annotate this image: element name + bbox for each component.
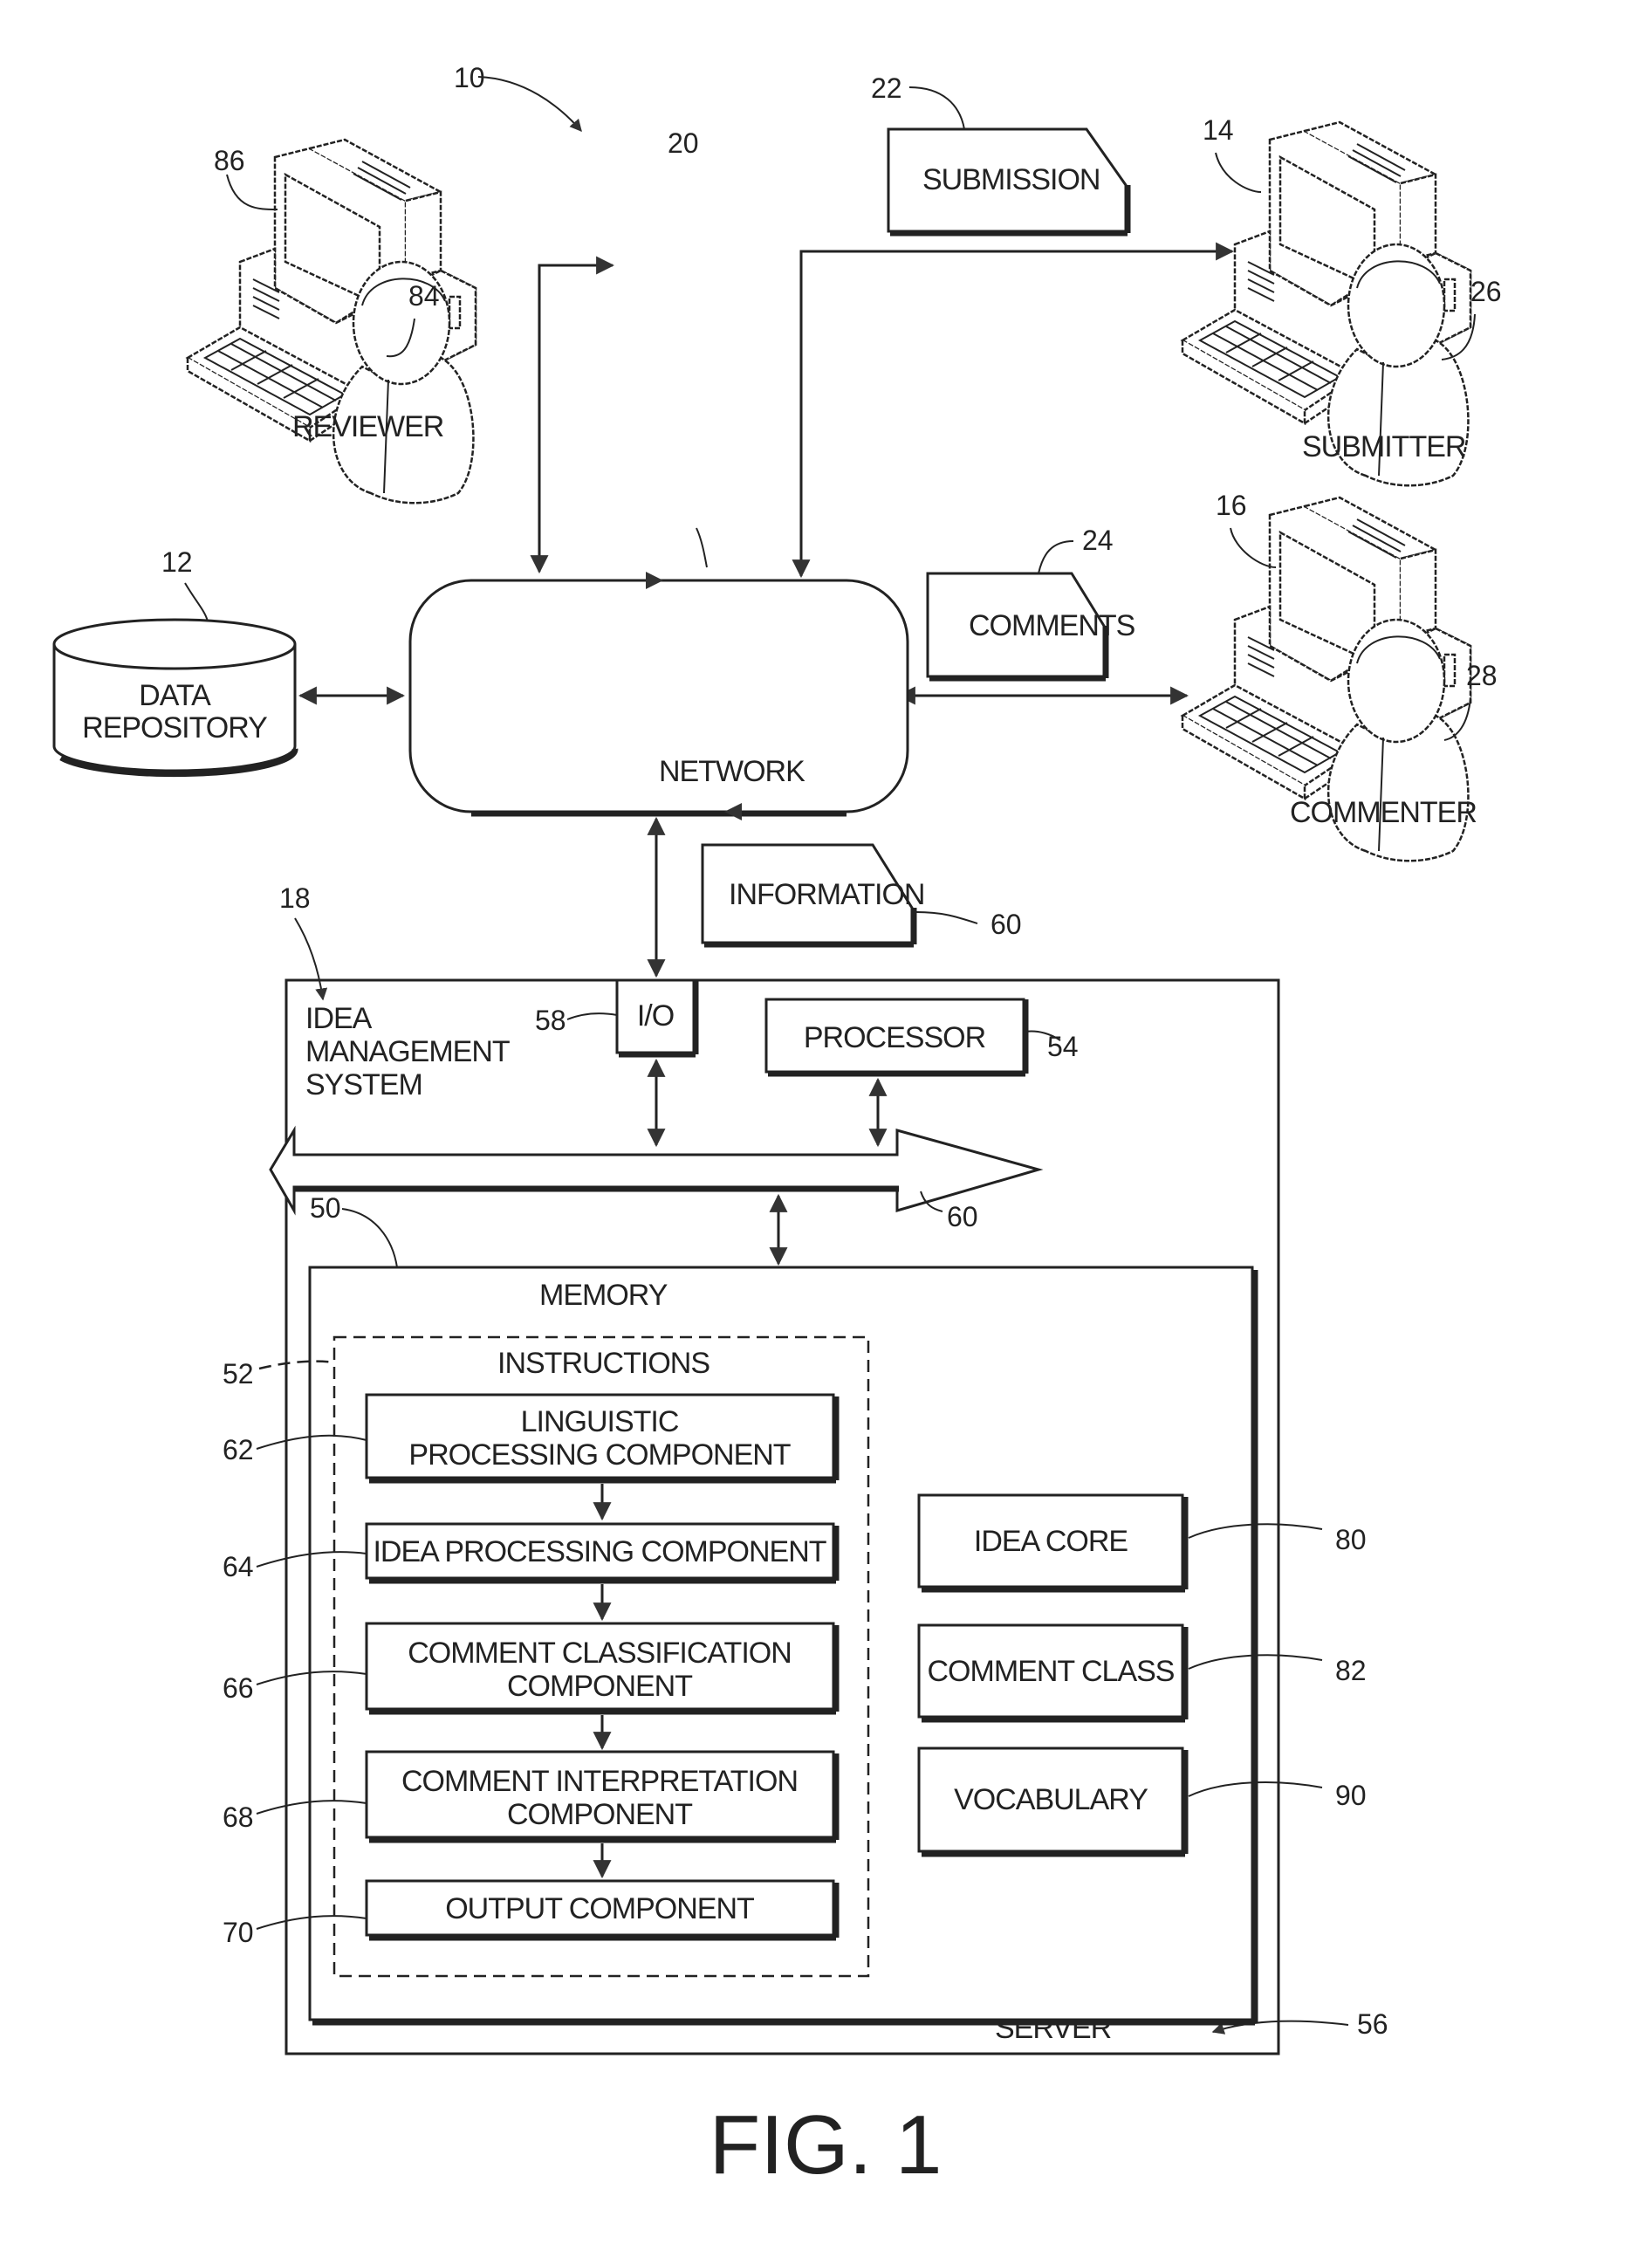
component-output: OUTPUT COMPONENT [365, 1879, 840, 1941]
information-ref: 60 [991, 909, 1022, 940]
data-repository-label-line1: DATA [139, 679, 211, 712]
component-label-line1: LINGUISTIC [521, 1405, 679, 1438]
component-linguistic-processing: LINGUISTIC PROCESSING COMPONENT [365, 1393, 840, 1484]
instructions-ref: 52 [223, 1358, 254, 1390]
memory-label: MEMORY [539, 1279, 668, 1312]
submission-label: SUBMISSION [922, 163, 1100, 196]
data-repository-ref: 12 [161, 546, 193, 578]
submitter-label: SUBMITTER [1302, 430, 1465, 463]
component-label-line1: IDEA PROCESSING COMPONENT [373, 1535, 826, 1568]
commenter-computer-ref: 16 [1216, 490, 1247, 521]
data-store-ref: 90 [1335, 1780, 1367, 1811]
data-repository-label-line2: REPOSITORY [82, 711, 267, 745]
system-ref-leader [477, 76, 582, 133]
component-ref: 62 [223, 1434, 254, 1465]
ims-label-line2: MANAGEMENT [305, 1035, 510, 1068]
component-label-line1: COMMENT INTERPRETATION [401, 1765, 798, 1798]
component-label-line1: OUTPUT COMPONENT [445, 1892, 754, 1925]
component-label-line2: COMPONENT [507, 1670, 692, 1703]
patent-figure: 10 86 84 REVIEWER 14 26 SUBMITTER 16 28 … [52, 62, 1502, 2192]
data-store-comment-class: COMMENT CLASS [917, 1623, 1189, 1723]
data-store-ref: 82 [1335, 1655, 1367, 1686]
component-label-line2: COMPONENT [507, 1798, 692, 1831]
comments-leader [1038, 540, 1074, 574]
component-ref: 64 [223, 1551, 254, 1582]
data-store-ref: 80 [1335, 1524, 1367, 1555]
submitter-computer-leader [1215, 152, 1262, 193]
submission-ref: 22 [871, 72, 902, 104]
data-store-label: VOCABULARY [954, 1783, 1148, 1816]
component-ref: 68 [223, 1801, 254, 1833]
bus-ref: 60 [947, 1201, 978, 1232]
data-repository-leader [184, 582, 209, 622]
network-ref-leader [696, 527, 708, 568]
data-store-vocabulary: VOCABULARY [917, 1746, 1189, 1857]
component-label-line2: PROCESSING COMPONENT [408, 1438, 790, 1472]
information-label: INFORMATION [729, 878, 924, 911]
submission-leader [908, 86, 965, 130]
comments-ref: 24 [1082, 525, 1114, 556]
io-ref: 58 [535, 1005, 566, 1036]
io-label: I/O [637, 999, 674, 1033]
network-reviewer-connection [530, 256, 615, 574]
component-comment-interpretation: COMMENT INTERPRETATION COMPONENT [365, 1750, 840, 1843]
network-submitter-connection [792, 242, 1235, 579]
comments-label: COMMENTS [969, 609, 1135, 642]
commenter-label: COMMENTER [1290, 796, 1477, 829]
component-label-line1: COMMENT CLASSIFICATION [408, 1637, 792, 1670]
commenter-person-ref: 28 [1466, 660, 1498, 691]
reviewer-workstation-icon [186, 138, 477, 504]
submitter-person-ref: 26 [1470, 276, 1502, 307]
reviewer-computer-leader [226, 174, 278, 210]
server-ref: 56 [1357, 2008, 1388, 2040]
component-ref: 70 [223, 1917, 254, 1948]
data-store-idea-core: IDEA CORE [917, 1493, 1189, 1593]
memory-ref: 50 [310, 1192, 341, 1224]
reviewer-person-ref: 84 [408, 280, 440, 312]
network-ref: 20 [668, 127, 699, 159]
figure-caption: FIG. 1 [709, 2098, 943, 2192]
ims-label-line3: SYSTEM [305, 1068, 422, 1101]
component-ref: 66 [223, 1672, 254, 1704]
data-store-label: COMMENT CLASS [928, 1655, 1175, 1688]
instructions-label: INSTRUCTIONS [497, 1347, 709, 1380]
ims-label-line1: IDEA [305, 1002, 373, 1035]
processor-label: PROCESSOR [804, 1021, 985, 1054]
data-store-label: IDEA CORE [974, 1525, 1128, 1558]
ims-ref: 18 [279, 882, 311, 914]
network-label: NETWORK [659, 755, 805, 788]
component-idea-processing: IDEA PROCESSING COMPONENT [365, 1522, 840, 1584]
component-comment-classification: COMMENT CLASSIFICATION COMPONENT [365, 1622, 840, 1715]
information-leader [915, 911, 978, 924]
submitter-computer-ref: 14 [1203, 114, 1234, 146]
reviewer-computer-ref: 86 [214, 145, 245, 176]
reviewer-label: REVIEWER [292, 410, 443, 443]
